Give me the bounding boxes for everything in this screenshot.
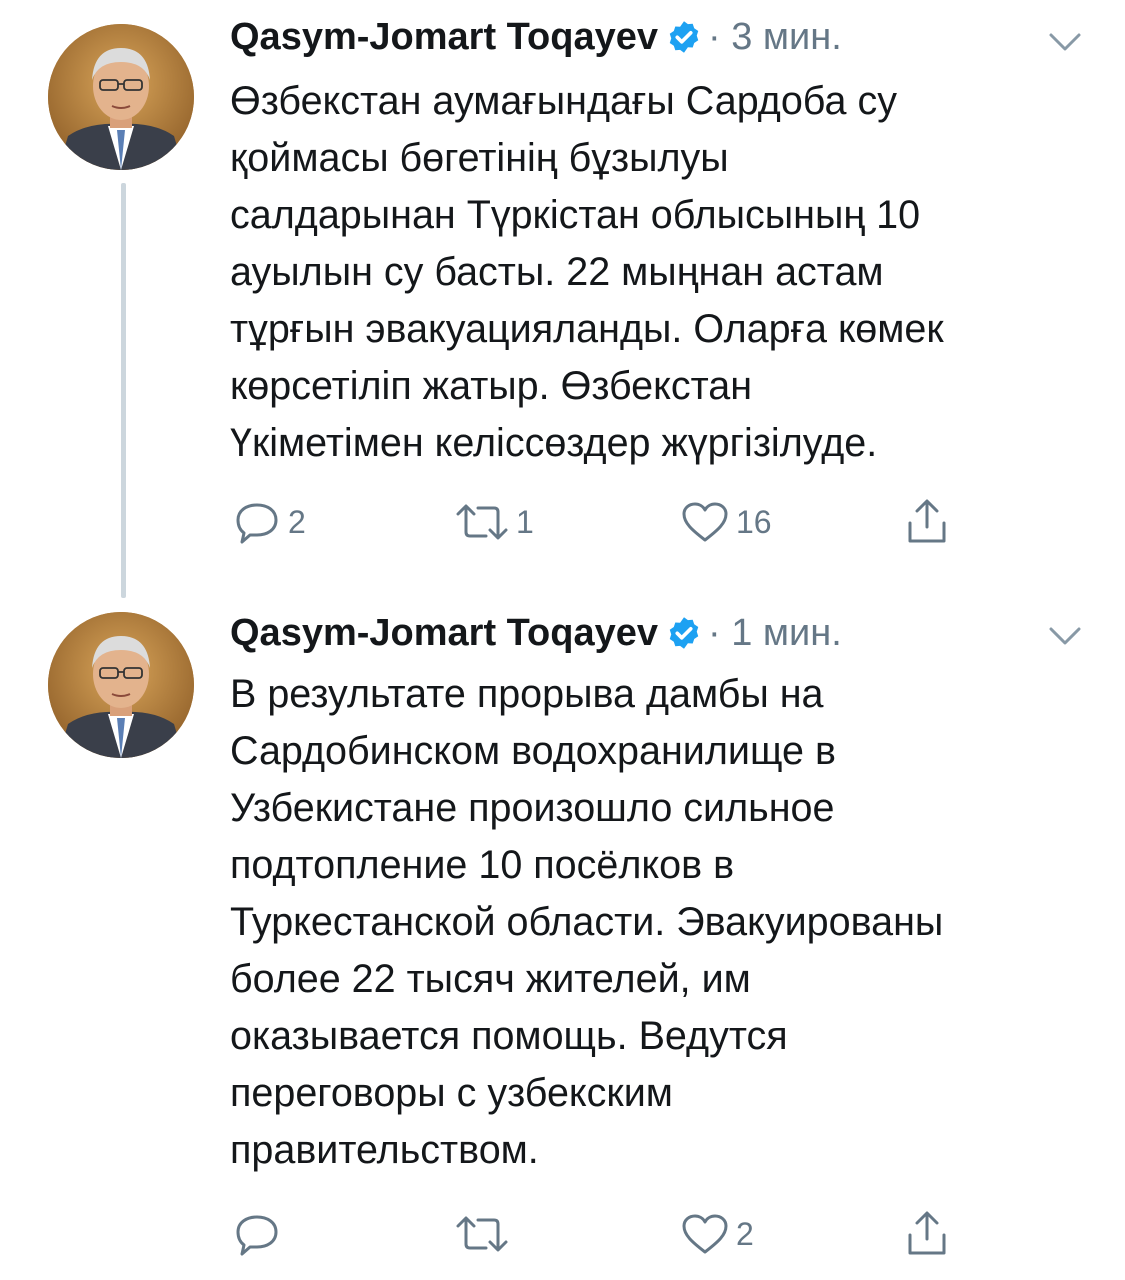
verified-badge-icon: [666, 19, 702, 55]
like-button[interactable]: 2: [678, 1209, 754, 1259]
tweet-text: Өзбекстан аумағындағы Сардоба су қоймасы…: [230, 79, 944, 465]
retweet-count: 1: [516, 503, 534, 540]
share-icon: [908, 499, 946, 543]
retweet-button[interactable]: 1: [452, 497, 534, 547]
heart-icon: [682, 502, 728, 542]
tweet-text: В результате прорыва дамбы на Сардобинск…: [230, 672, 944, 1172]
chevron-down-icon[interactable]: [1047, 624, 1083, 648]
avatar-photo: [48, 612, 194, 758]
avatar[interactable]: [48, 612, 194, 758]
reply-count: 2: [288, 503, 306, 540]
avatar-photo: [48, 24, 194, 170]
tweet-header: Qasym-Jomart Toqayev · 1 мин.: [230, 608, 1090, 658]
avatar[interactable]: [48, 24, 194, 170]
author-name[interactable]: Qasym-Jomart Toqayev: [230, 16, 658, 59]
retweet-icon: [456, 504, 508, 540]
reply-button[interactable]: [230, 1209, 288, 1259]
share-icon: [908, 1211, 946, 1255]
reply-button[interactable]: 2: [230, 497, 306, 547]
tweet-time[interactable]: · 3 мин.: [708, 16, 842, 59]
tweet-time[interactable]: · 1 мин.: [708, 612, 842, 655]
like-count: 2: [736, 1215, 754, 1252]
tweet[interactable]: Qasym-Jomart Toqayev · 3 мин. Өзбекстан …: [0, 0, 1125, 600]
heart-icon: [682, 1214, 728, 1254]
like-count: 16: [736, 503, 772, 540]
like-button[interactable]: 16: [678, 497, 772, 547]
tweet-header: Qasym-Jomart Toqayev · 3 мин.: [230, 12, 1090, 62]
share-button[interactable]: [902, 1209, 952, 1259]
retweet-icon: [456, 1216, 508, 1252]
share-button[interactable]: [902, 497, 952, 547]
tweet-actions: 2: [230, 1209, 1110, 1259]
retweet-button[interactable]: [452, 1209, 516, 1259]
chevron-down-icon[interactable]: [1047, 30, 1083, 54]
verified-badge-icon: [666, 615, 702, 651]
thread-connector-line: [121, 183, 126, 598]
reply-icon: [236, 503, 278, 544]
author-name[interactable]: Qasym-Jomart Toqayev: [230, 612, 658, 655]
tweet-actions: 2 1 16: [230, 497, 1110, 547]
reply-icon: [236, 1215, 278, 1256]
tweet[interactable]: Qasym-Jomart Toqayev · 1 мин. В результа…: [0, 600, 1125, 1280]
